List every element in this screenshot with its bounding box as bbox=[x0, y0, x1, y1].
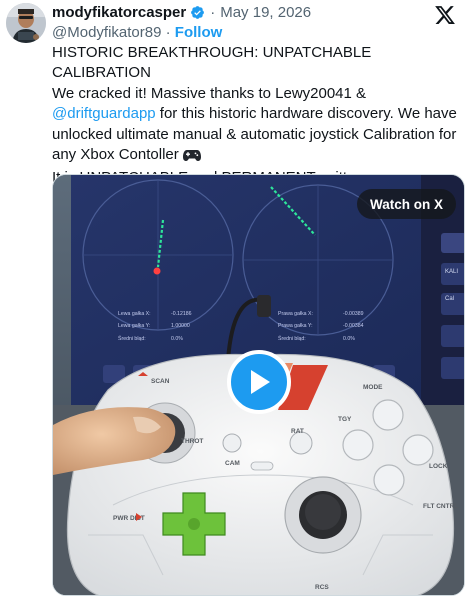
controller-label-flt-cntrl: FLT CNTRL bbox=[423, 503, 458, 510]
controller-label-scan: SCAN bbox=[151, 378, 170, 385]
x-logo-icon[interactable] bbox=[434, 4, 456, 26]
separator-dot: · bbox=[165, 24, 171, 41]
user-handle[interactable]: @Modyfikator89 bbox=[52, 24, 161, 41]
screen-left-x-value: -0.12186 bbox=[171, 311, 192, 317]
play-button[interactable] bbox=[227, 350, 291, 414]
verified-badge-icon bbox=[191, 5, 205, 19]
controller-label-throt: THROT bbox=[181, 438, 203, 445]
tweet-line-thanks: We cracked it! Massive thanks to Lewy200… bbox=[52, 84, 367, 102]
tweet-line-headline: HISTORIC BREAKTHROUGH: UNPATCHABLE CALIB… bbox=[52, 44, 372, 82]
controller-label-cam: CAM bbox=[225, 460, 240, 467]
screen-right-error-value: 0.0% bbox=[343, 336, 355, 342]
screen-left-error-value: 0.0% bbox=[171, 336, 183, 342]
screen-right-x-label: Prawa gałka X: bbox=[278, 311, 313, 317]
controller-label-tgy: TGY bbox=[338, 416, 352, 423]
screen-side-label-cal: Cal bbox=[445, 296, 454, 302]
screen-right-x-value: -0.00389 bbox=[343, 311, 364, 317]
screen-right-y-label: Prawa gałka Y: bbox=[278, 323, 313, 329]
play-icon bbox=[251, 370, 270, 394]
tweet-paragraph: @driftguardapp for this historic hardwar… bbox=[52, 104, 460, 168]
screen-left-y-label: Lewa gałka Y: bbox=[118, 323, 150, 329]
gamepad-emoji-icon bbox=[182, 148, 201, 168]
screen-right-error-label: Średni błąd: bbox=[278, 334, 306, 342]
controller-label-lock: LOCK bbox=[429, 463, 448, 470]
controller-label-rcs: RCS bbox=[315, 584, 329, 591]
display-name[interactable]: modyfikatorcasper bbox=[52, 4, 186, 21]
video-player[interactable]: Cal KALI Lewa gałka X: -0.12186 Lewa gał… bbox=[52, 174, 465, 596]
screen-left-y-value: 1.00000 bbox=[171, 323, 190, 329]
screen-side-label-kali: KALI bbox=[445, 269, 458, 275]
tweet-text: HISTORIC BREAKTHROUGH: UNPATCHABLE CALIB… bbox=[52, 43, 460, 189]
mention-link[interactable]: @driftguardapp bbox=[52, 105, 156, 122]
controller-label-rat: RAT bbox=[291, 428, 304, 435]
avatar[interactable] bbox=[6, 3, 46, 43]
post-date[interactable]: May 19, 2026 bbox=[220, 4, 311, 21]
follow-button[interactable]: Follow bbox=[175, 24, 223, 41]
screen-left-error-label: Średni błąd: bbox=[118, 334, 146, 342]
screen-left-x-label: Lewa gałka X: bbox=[118, 311, 151, 317]
screen-right-y-value: -0.00384 bbox=[343, 323, 364, 329]
controller-label-mode: MODE bbox=[363, 384, 383, 391]
separator-dot: · bbox=[210, 3, 216, 21]
watch-on-x-button[interactable]: Watch on X bbox=[357, 189, 456, 219]
